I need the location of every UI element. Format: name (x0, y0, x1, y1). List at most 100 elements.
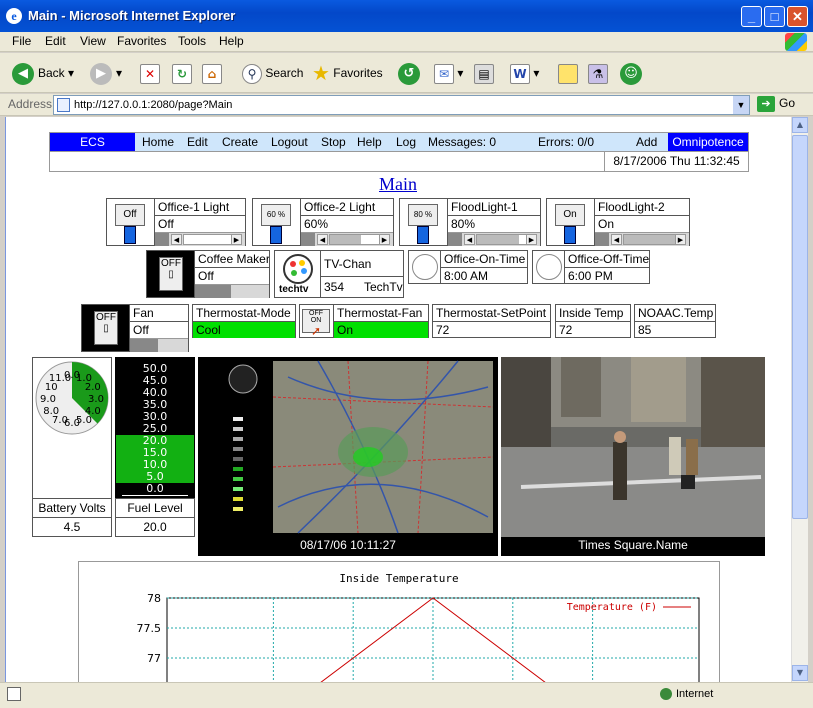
slider-position (624, 235, 678, 244)
nav-add[interactable]: Add (636, 135, 657, 149)
coffee-switch[interactable]: OFF ▯ (147, 251, 195, 297)
dial-tick-label: 2.0 (85, 382, 101, 393)
favorites-button[interactable]: ★ Favorites (312, 61, 383, 85)
fan-switch-label: OFF (96, 312, 116, 323)
menu-help[interactable]: Help (219, 34, 244, 48)
nav-logout[interactable]: Logout (271, 135, 308, 149)
search-button[interactable]: ⚲ Search (242, 61, 303, 85)
setpoint-value[interactable]: 72 (433, 322, 550, 338)
address-input[interactable]: http://127.0.0.1:2080/page?Main ▼ (53, 95, 750, 115)
fan-switch[interactable]: OFF ▯ (82, 305, 130, 351)
menu-favorites[interactable]: Favorites (117, 34, 166, 48)
light-switch[interactable]: 80 % (400, 199, 448, 245)
go-button[interactable]: ➔ Go (757, 96, 795, 112)
light-value: 80% (451, 217, 476, 231)
minimize-button[interactable]: _ (741, 6, 762, 27)
light-switch[interactable]: Off (107, 199, 155, 245)
on-time-value: 8:00 AM (444, 269, 489, 283)
home-button[interactable]: ⌂ (202, 61, 222, 85)
slider-track[interactable] (476, 234, 528, 245)
light-dimmer-slider[interactable]: ◀ ▶ (155, 232, 245, 246)
forward-button[interactable]: ▶ ▾ (90, 61, 122, 85)
temperature-chart-svg: Inside Temperature7877.57776.576Temperat… (137, 572, 700, 682)
nav-brand[interactable]: ECS (50, 133, 135, 151)
slider-track[interactable] (183, 234, 233, 245)
maximize-button[interactable]: □ (764, 6, 785, 27)
inside-temp-name: Inside Temp (556, 305, 630, 322)
nav-home[interactable]: Home (142, 135, 174, 149)
menu-edit[interactable]: Edit (45, 34, 66, 48)
status-bar: Internet (0, 682, 813, 708)
slider-right-arrow-icon[interactable]: ▶ (231, 234, 242, 245)
history-button[interactable]: ↺ (398, 61, 424, 85)
coffee-maker-widget: OFF ▯ Coffee Maker Off (146, 250, 270, 298)
thermostat-mode-value[interactable]: Cool (193, 322, 295, 338)
inside-temperature-chart: Inside Temperature7877.57776.576Temperat… (78, 561, 720, 682)
slider-left-arrow-icon[interactable]: ◀ (611, 234, 622, 245)
setpoint-name: Thermostat-SetPoint (433, 305, 550, 322)
nav-log[interactable]: Log (396, 135, 416, 149)
stop-button[interactable]: ✕ (140, 61, 160, 85)
slider-left-arrow-icon[interactable]: ◀ (171, 234, 182, 245)
thermostat-fan-value[interactable]: On (334, 322, 428, 338)
toolbar: ◀ Back ▾ ▶ ▾ ✕ ↻ ⌂ ⚲ Search ★ Favorites ↺ … (0, 53, 813, 93)
light-dimmer-slider[interactable]: ◀ ▶ (595, 232, 689, 246)
light-dimmer-slider[interactable]: ◀ ▶ (448, 232, 540, 246)
dial-tick-label: 8.0 (43, 406, 59, 417)
tv-logo[interactable]: techtv (275, 251, 321, 297)
address-dropdown[interactable]: ▼ (733, 96, 749, 114)
print-button[interactable]: ▤ (474, 61, 494, 85)
history-icon: ↺ (398, 62, 420, 85)
scroll-thumb[interactable] (792, 135, 808, 519)
back-button[interactable]: ◀ Back ▾ (12, 61, 74, 85)
menu-view[interactable]: View (80, 34, 106, 48)
radar-timestamp: 08/17/06 10:11:27 (300, 538, 396, 552)
light-switch-icon: 60 % (261, 204, 291, 226)
nav-errors[interactable]: Errors: 0/0 (538, 135, 594, 149)
on-time-name: Office-On-Time (441, 251, 527, 268)
slider-left-arrow-icon[interactable]: ◀ (464, 234, 475, 245)
thermostat-fan-switch-on: ON (310, 317, 322, 324)
nav-edit[interactable]: Edit (187, 135, 208, 149)
office-off-time-widget: Office-Off-Time 6:00 PM (532, 250, 650, 284)
off-time-clock[interactable] (533, 251, 565, 283)
scroll-up-button[interactable]: ▲ (792, 117, 808, 133)
nav-stop[interactable]: Stop (321, 135, 346, 149)
light-switch[interactable]: On (547, 199, 595, 245)
slider-track[interactable] (329, 234, 381, 245)
edit-button[interactable]: W ▾ (510, 61, 539, 85)
thermostat-fan-switch[interactable]: OFF ON ➚ (300, 305, 334, 338)
research-button[interactable]: ⚗ (588, 61, 608, 85)
mail-button[interactable]: ✉ ▾ (434, 61, 463, 85)
messenger-button[interactable]: ☺ (620, 61, 646, 85)
slider-track[interactable] (623, 234, 678, 245)
radar-image[interactable]: 08/17/06 10:11:27 (198, 357, 498, 556)
slider-left-arrow-icon[interactable]: ◀ (317, 234, 328, 245)
globe-icon (660, 688, 672, 701)
light-bulb-icon (124, 226, 136, 244)
nav-help[interactable]: Help (357, 135, 382, 149)
nav-create[interactable]: Create (222, 135, 258, 149)
refresh-button[interactable]: ↻ (172, 61, 192, 85)
status-page-icon (7, 687, 21, 701)
light-level-fill (448, 233, 462, 246)
light-name: Office-2 Light (301, 199, 393, 216)
discuss-button[interactable] (558, 61, 578, 85)
vertical-scrollbar[interactable]: ▲ ▼ (791, 117, 808, 682)
scroll-down-button[interactable]: ▼ (792, 665, 808, 681)
times-square-camera[interactable]: Times Square.Name (501, 357, 765, 556)
on-time-clock[interactable] (409, 251, 441, 283)
slider-right-arrow-icon[interactable]: ▶ (526, 234, 537, 245)
menu-tools[interactable]: Tools (178, 34, 206, 48)
menu-file[interactable]: File (12, 34, 31, 48)
battery-label: Battery Volts (32, 498, 112, 518)
slider-right-arrow-icon[interactable]: ▶ (379, 234, 390, 245)
page-title[interactable]: Main (6, 174, 790, 195)
light-dimmer-slider[interactable]: ◀ ▶ (301, 232, 393, 246)
radar-map-graphic (228, 360, 494, 534)
close-button[interactable]: ✕ (787, 6, 808, 27)
light-switch[interactable]: 60 % (253, 199, 301, 245)
slider-right-arrow-icon[interactable]: ▶ (675, 234, 686, 245)
nav-messages[interactable]: Messages: 0 (428, 135, 496, 149)
nav-user[interactable]: Omnipotence (668, 133, 748, 151)
